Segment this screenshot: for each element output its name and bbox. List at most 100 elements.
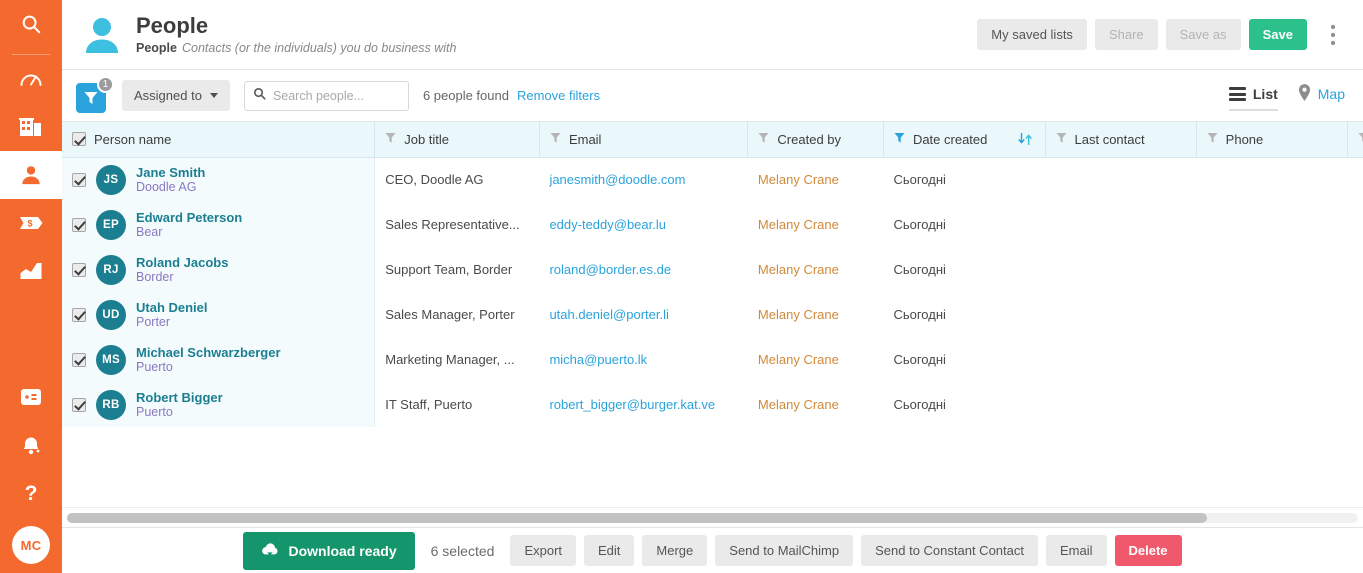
company-name-link[interactable]: Border <box>136 270 228 285</box>
company-name-link[interactable]: Puerto <box>136 360 281 375</box>
person-name-link[interactable]: Roland Jacobs <box>136 255 228 270</box>
sort-arrows-icon[interactable] <box>1017 132 1035 146</box>
column-header-person-name[interactable]: Person name <box>62 122 376 158</box>
horizontal-scrollbar[interactable] <box>62 507 1363 527</box>
view-list-tab[interactable]: List <box>1228 86 1278 111</box>
company-name-link[interactable]: Bear <box>136 225 242 240</box>
row-checkbox[interactable] <box>72 397 86 412</box>
cell-person-name[interactable]: MS Michael Schwarzberger Puerto <box>62 337 376 382</box>
filter-icon[interactable] <box>1207 132 1218 147</box>
table-row[interactable]: RB Robert Bigger Puerto IT Staff, Puerto rob… <box>62 382 1363 427</box>
table-row[interactable]: RJ Roland Jacobs Border Support Team, Borde… <box>62 247 1363 292</box>
row-checkbox[interactable] <box>72 172 86 187</box>
person-name-link[interactable]: Jane Smith <box>136 165 205 180</box>
cell-person-name[interactable]: UD Utah Deniel Porter <box>62 292 376 337</box>
email-button[interactable]: Email <box>1045 535 1107 566</box>
row-checkbox[interactable] <box>72 217 86 232</box>
column-header-email[interactable]: Email <box>539 122 749 158</box>
email-link[interactable]: robert_bigger@burger.kat.ve <box>549 397 715 412</box>
person-name-link[interactable]: Utah Deniel <box>136 300 208 315</box>
search-people-box[interactable] <box>243 80 409 111</box>
person-icon <box>20 164 42 186</box>
filter-icon[interactable] <box>1055 132 1067 147</box>
scrollbar-thumb[interactable] <box>67 513 1207 523</box>
share-button[interactable]: Share <box>1094 19 1158 50</box>
row-checkbox[interactable] <box>72 352 86 367</box>
remove-filters-link[interactable]: Remove filters <box>517 88 600 103</box>
email-link[interactable]: utah.deniel@porter.li <box>549 307 668 322</box>
row-checkbox[interactable] <box>72 307 86 322</box>
svg-text:$: $ <box>27 219 32 229</box>
send-to-mailchimp-button[interactable]: Send to MailChimp <box>715 535 854 566</box>
email-link[interactable]: roland@border.es.de <box>549 262 671 277</box>
column-header-job-title[interactable]: Job title <box>374 122 540 158</box>
sidebar-item-reports[interactable] <box>0 247 62 295</box>
filter-button[interactable]: 1 <box>76 75 114 113</box>
created-by-link[interactable]: Melany Crane <box>758 307 839 322</box>
sidebar-item-search[interactable] <box>0 0 62 48</box>
download-ready-button[interactable]: Download ready <box>243 531 415 570</box>
person-name-link[interactable]: Robert Bigger <box>136 390 223 405</box>
filter-icon[interactable] <box>550 132 561 147</box>
cell-person-name[interactable]: RB Robert Bigger Puerto <box>62 382 376 427</box>
filter-icon[interactable] <box>758 132 769 147</box>
page-header: People People Contacts (or the individual… <box>62 0 1363 70</box>
created-by-link[interactable]: Melany Crane <box>758 352 839 367</box>
cell-spacer <box>1347 382 1363 427</box>
filter-icon[interactable] <box>1358 132 1363 147</box>
sidebar-item-notifications[interactable] <box>0 421 62 469</box>
sidebar-item-companies[interactable] <box>0 103 62 151</box>
search-input[interactable] <box>272 88 400 103</box>
table-row[interactable]: MS Michael Schwarzberger Puerto Marketing M… <box>62 337 1363 382</box>
export-button[interactable]: Export <box>510 535 577 566</box>
filter-icon-active[interactable] <box>894 132 905 147</box>
my-saved-lists-button[interactable]: My saved lists <box>977 19 1087 50</box>
select-all-checkbox[interactable] <box>72 132 86 147</box>
sidebar-item-apps[interactable] <box>0 373 62 421</box>
table-row[interactable]: UD Utah Deniel Porter Sales Manager, Porter… <box>62 292 1363 337</box>
sidebar-item-help[interactable]: ? <box>0 469 62 517</box>
view-map-tab[interactable]: Map <box>1298 84 1345 107</box>
column-header-extra-filter[interactable] <box>1347 122 1363 158</box>
created-by-link[interactable]: Melany Crane <box>758 172 839 187</box>
column-header-last-contact[interactable]: Last contact <box>1045 122 1197 158</box>
save-button[interactable]: Save <box>1248 19 1307 50</box>
table-row[interactable]: EP Edward Peterson Bear Sales Representativ… <box>62 202 1363 247</box>
created-by-link[interactable]: Melany Crane <box>758 397 839 412</box>
delete-button[interactable]: Delete <box>1114 535 1182 566</box>
column-header-created-by[interactable]: Created by <box>747 122 884 158</box>
table-row[interactable]: JS Jane Smith Doodle AG CEO, Doodle AG janes… <box>62 157 1363 202</box>
sidebar-item-people[interactable] <box>0 151 62 199</box>
merge-button[interactable]: Merge <box>642 535 708 566</box>
row-checkbox[interactable] <box>72 262 86 277</box>
created-by-link[interactable]: Melany Crane <box>758 262 839 277</box>
cell-person-name[interactable]: RJ Roland Jacobs Border <box>62 247 376 292</box>
person-name-link[interactable]: Michael Schwarzberger <box>136 345 281 360</box>
more-options-icon[interactable] <box>1321 20 1345 50</box>
save-as-button[interactable]: Save as <box>1165 19 1241 50</box>
cell-person-name[interactable]: EP Edward Peterson Bear <box>62 202 376 247</box>
email-link[interactable]: janesmith@doodle.com <box>549 172 685 187</box>
company-name-link[interactable]: Puerto <box>136 405 223 420</box>
company-name-link[interactable]: Porter <box>136 315 208 330</box>
sidebar-user-avatar[interactable]: MC <box>0 517 62 573</box>
email-link[interactable]: eddy-teddy@bear.lu <box>549 217 666 232</box>
created-by-link[interactable]: Melany Crane <box>758 217 839 232</box>
email-link[interactable]: micha@puerto.lk <box>549 352 647 367</box>
send-to-constant-contact-button[interactable]: Send to Constant Contact <box>861 535 1038 566</box>
person-name-link[interactable]: Edward Peterson <box>136 210 242 225</box>
assigned-to-dropdown[interactable]: Assigned to <box>122 80 230 111</box>
filter-icon[interactable] <box>385 132 396 147</box>
company-name-link[interactable]: Doodle AG <box>136 180 205 195</box>
column-header-date-created[interactable]: Date created <box>883 122 1046 158</box>
page-title: People <box>136 12 209 38</box>
sidebar-item-dashboard[interactable] <box>0 55 62 103</box>
column-header-phone[interactable]: Phone <box>1196 122 1348 158</box>
avatar: MC <box>12 526 50 564</box>
sidebar-item-deals[interactable]: $ <box>0 199 62 247</box>
cell-person-name[interactable]: JS Jane Smith Doodle AG <box>62 157 376 202</box>
cell-job-title: Marketing Manager, ... <box>374 337 540 382</box>
cell-date-created: Сьогодні <box>883 382 1046 427</box>
edit-button[interactable]: Edit <box>584 535 635 566</box>
chart-area-icon <box>19 261 43 281</box>
